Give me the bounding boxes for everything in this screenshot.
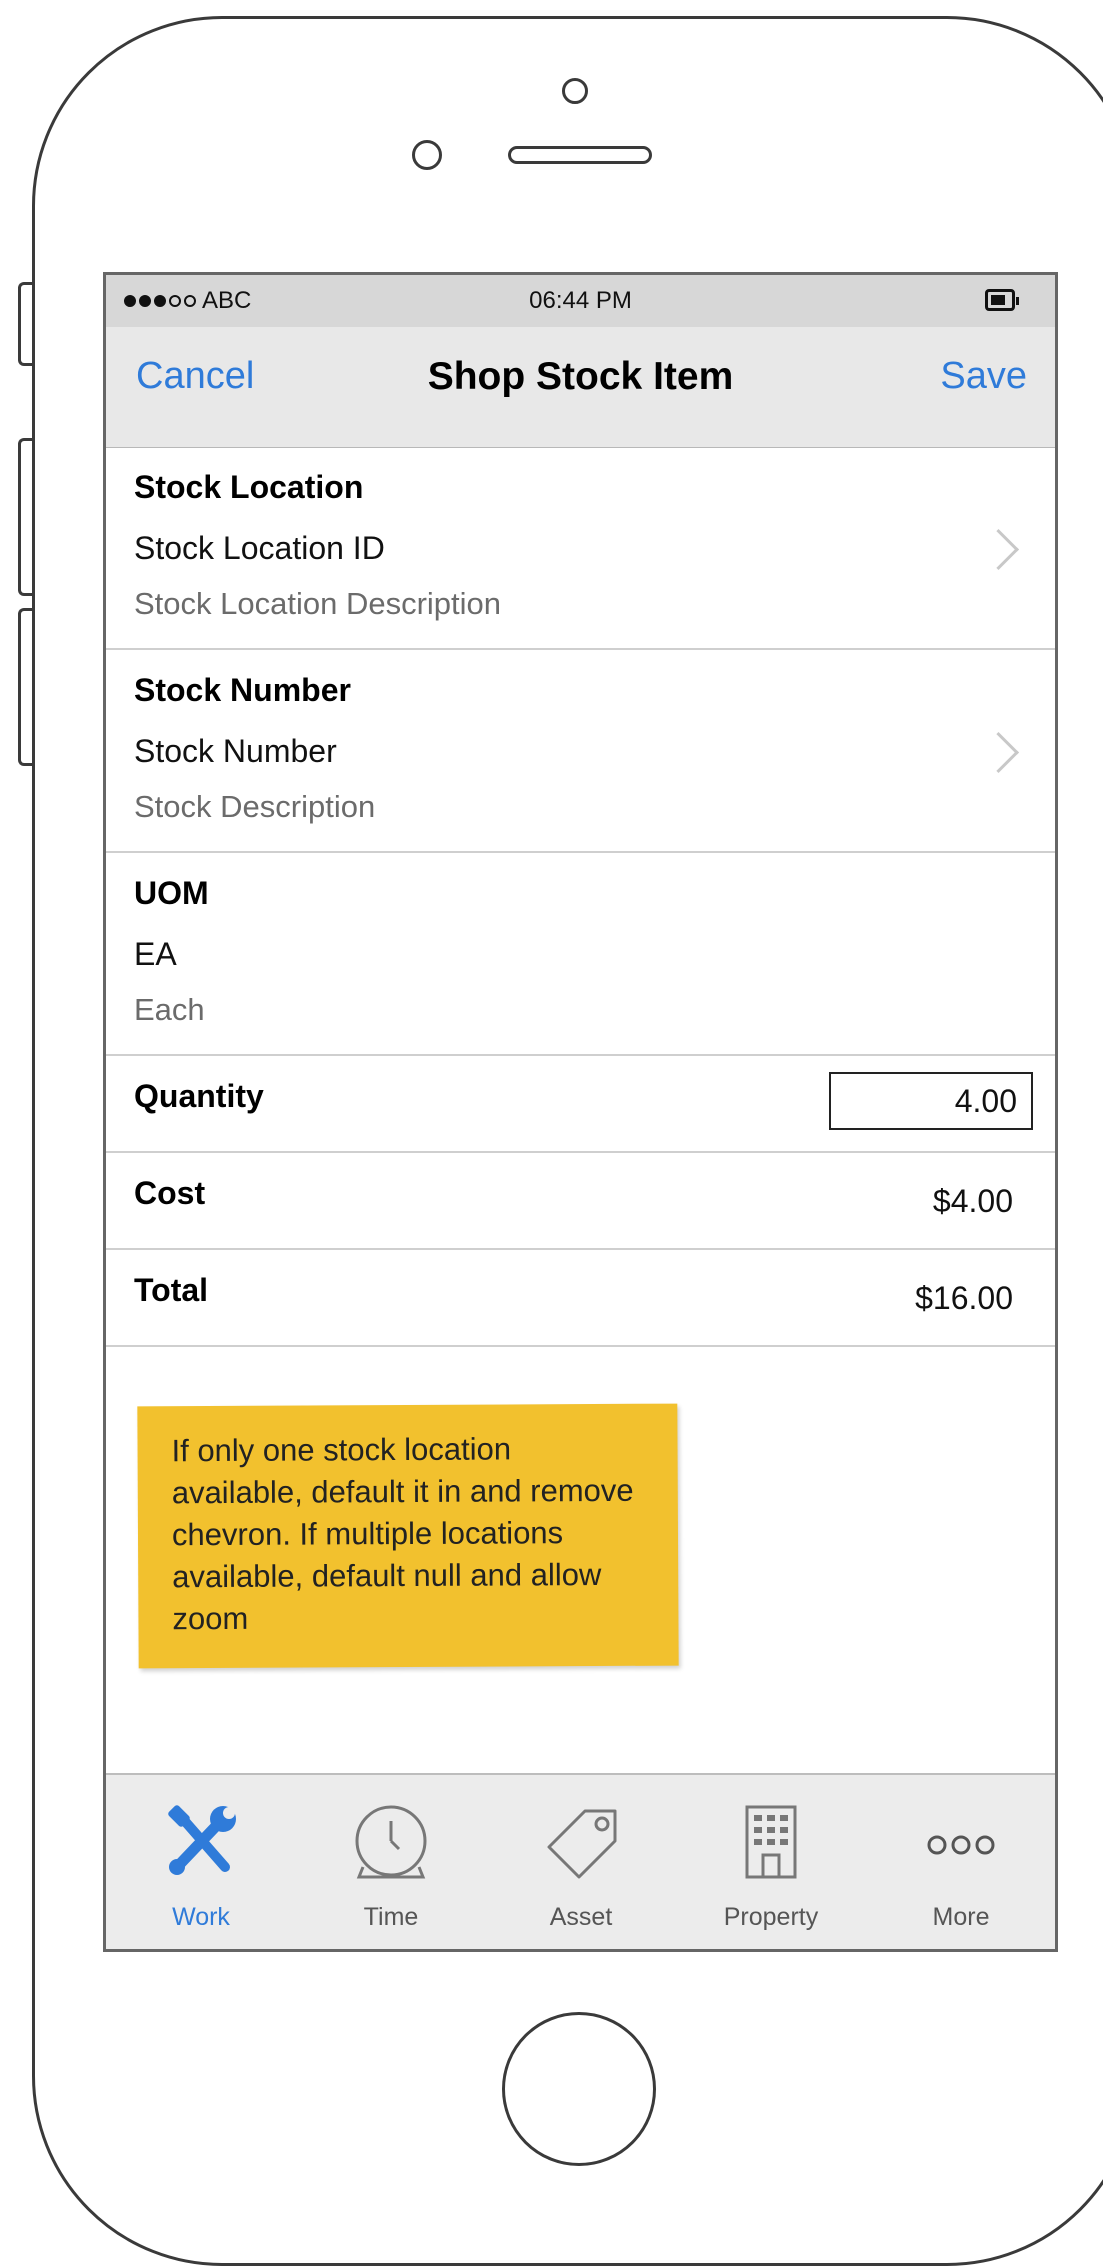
earpiece-speaker [508, 146, 652, 164]
clock-icon [349, 1801, 433, 1890]
uom-value: EA [134, 936, 177, 972]
tab-asset[interactable]: Asset [486, 1775, 676, 1949]
stock-location-id: Stock Location ID [134, 530, 385, 566]
total-value: $16.00 [915, 1280, 1013, 1316]
tab-more[interactable]: More [866, 1775, 1055, 1949]
cost-row: Cost $4.00 [106, 1153, 1055, 1250]
page-title: Shop Stock Item [427, 355, 734, 398]
battery-icon [985, 289, 1019, 311]
quantity-row: Quantity [106, 1056, 1055, 1153]
stock-location-title: Stock Location [134, 469, 364, 505]
status-bar: ABC 06:44 PM [106, 275, 1055, 327]
building-icon [729, 1801, 813, 1890]
chevron-right-icon[interactable] [977, 731, 1020, 774]
total-label: Total [134, 1272, 209, 1308]
stock-location-section[interactable]: Stock Location Stock Location ID Stock L… [106, 447, 1055, 650]
home-button[interactable] [502, 2012, 656, 2166]
uom-description: Each [134, 992, 205, 1027]
front-camera [412, 140, 442, 170]
chevron-right-icon[interactable] [977, 528, 1020, 571]
camera [562, 78, 588, 104]
tab-label: Asset [549, 1903, 613, 1931]
cost-label: Cost [134, 1175, 206, 1211]
volume-down-button [18, 608, 32, 766]
stock-number-section[interactable]: Stock Number Stock Number Stock Descript… [106, 650, 1055, 853]
tab-label: Time [363, 1903, 419, 1931]
stock-number-value: Stock Number [134, 733, 337, 769]
tab-time[interactable]: Time [296, 1775, 486, 1949]
ringer-switch [18, 282, 32, 366]
tab-label: More [932, 1903, 990, 1931]
quantity-input[interactable] [829, 1072, 1033, 1130]
volume-up-button [18, 438, 32, 596]
more-dots-icon [919, 1801, 1003, 1890]
status-time: 06:44 PM [529, 287, 632, 314]
tab-bar: Work Time Asset Property More [106, 1773, 1055, 1949]
uom-title: UOM [134, 875, 209, 911]
tab-label: Property [723, 1903, 819, 1931]
stock-location-description: Stock Location Description [134, 586, 502, 621]
save-button[interactable]: Save [940, 355, 1027, 398]
wrench-screwdriver-icon [159, 1801, 243, 1890]
stock-description: Stock Description [134, 789, 376, 824]
app-screen: ABC 06:44 PM Cancel Shop Stock Item Save… [103, 272, 1058, 1952]
tag-icon [539, 1801, 623, 1890]
annotation-sticky-note: If only one stock location available, de… [137, 1403, 679, 1669]
quantity-label: Quantity [134, 1078, 264, 1114]
navigation-bar: Cancel Shop Stock Item Save [106, 327, 1055, 448]
total-row: Total $16.00 [106, 1250, 1055, 1347]
tab-work[interactable]: Work [106, 1775, 296, 1949]
tab-property[interactable]: Property [676, 1775, 866, 1949]
cost-value: $4.00 [932, 1183, 1013, 1219]
uom-section: UOM EA Each [106, 853, 1055, 1056]
stock-number-title: Stock Number [134, 672, 351, 708]
tab-label: Work [172, 1903, 230, 1931]
